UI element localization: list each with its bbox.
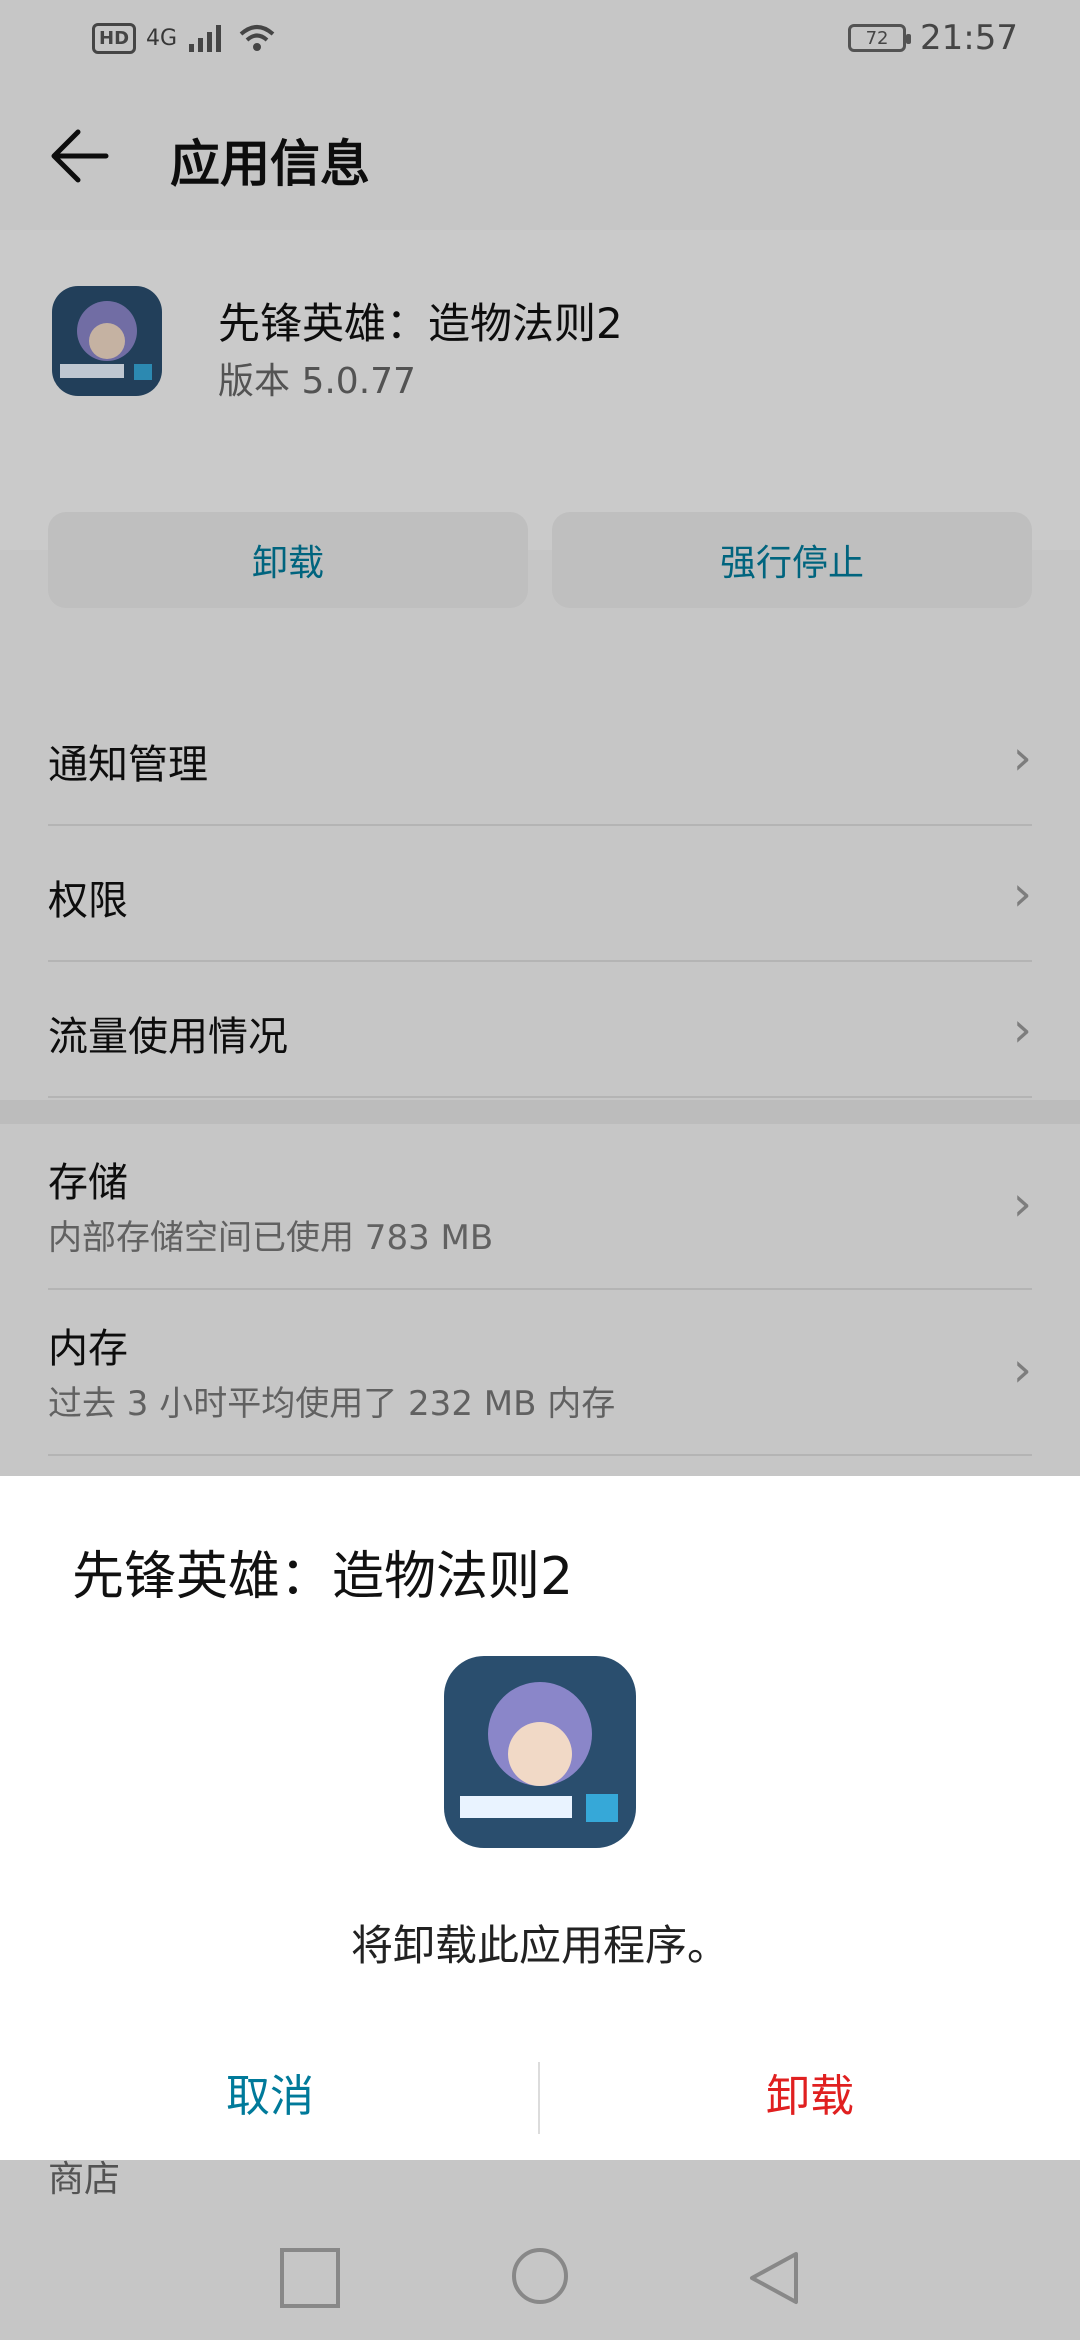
recents-square-icon[interactable] [280, 2248, 340, 2308]
cancel-button[interactable]: 取消 [0, 2042, 540, 2142]
home-circle-icon[interactable] [512, 2248, 568, 2304]
confirm-uninstall-button[interactable]: 卸载 [540, 2042, 1080, 2142]
dialog-title: 先锋英雄：造物法则2 [72, 1547, 574, 1607]
uninstall-dialog: 先锋英雄：造物法则2 将卸载此应用程序。 取消 卸载 [0, 1476, 1080, 2160]
dialog-app-icon [444, 1656, 636, 1848]
app-info-page: HD 4G 72 21:57 应用信息 先锋英雄：造物法则2 版本 5.0.77… [0, 0, 1080, 2340]
dialog-buttons: 取消 卸载 [0, 2042, 1080, 2142]
back-triangle-icon[interactable] [744, 2248, 804, 2308]
dialog-message: 将卸载此应用程序。 [350, 1921, 729, 1970]
navigation-bar [0, 2160, 1080, 2340]
